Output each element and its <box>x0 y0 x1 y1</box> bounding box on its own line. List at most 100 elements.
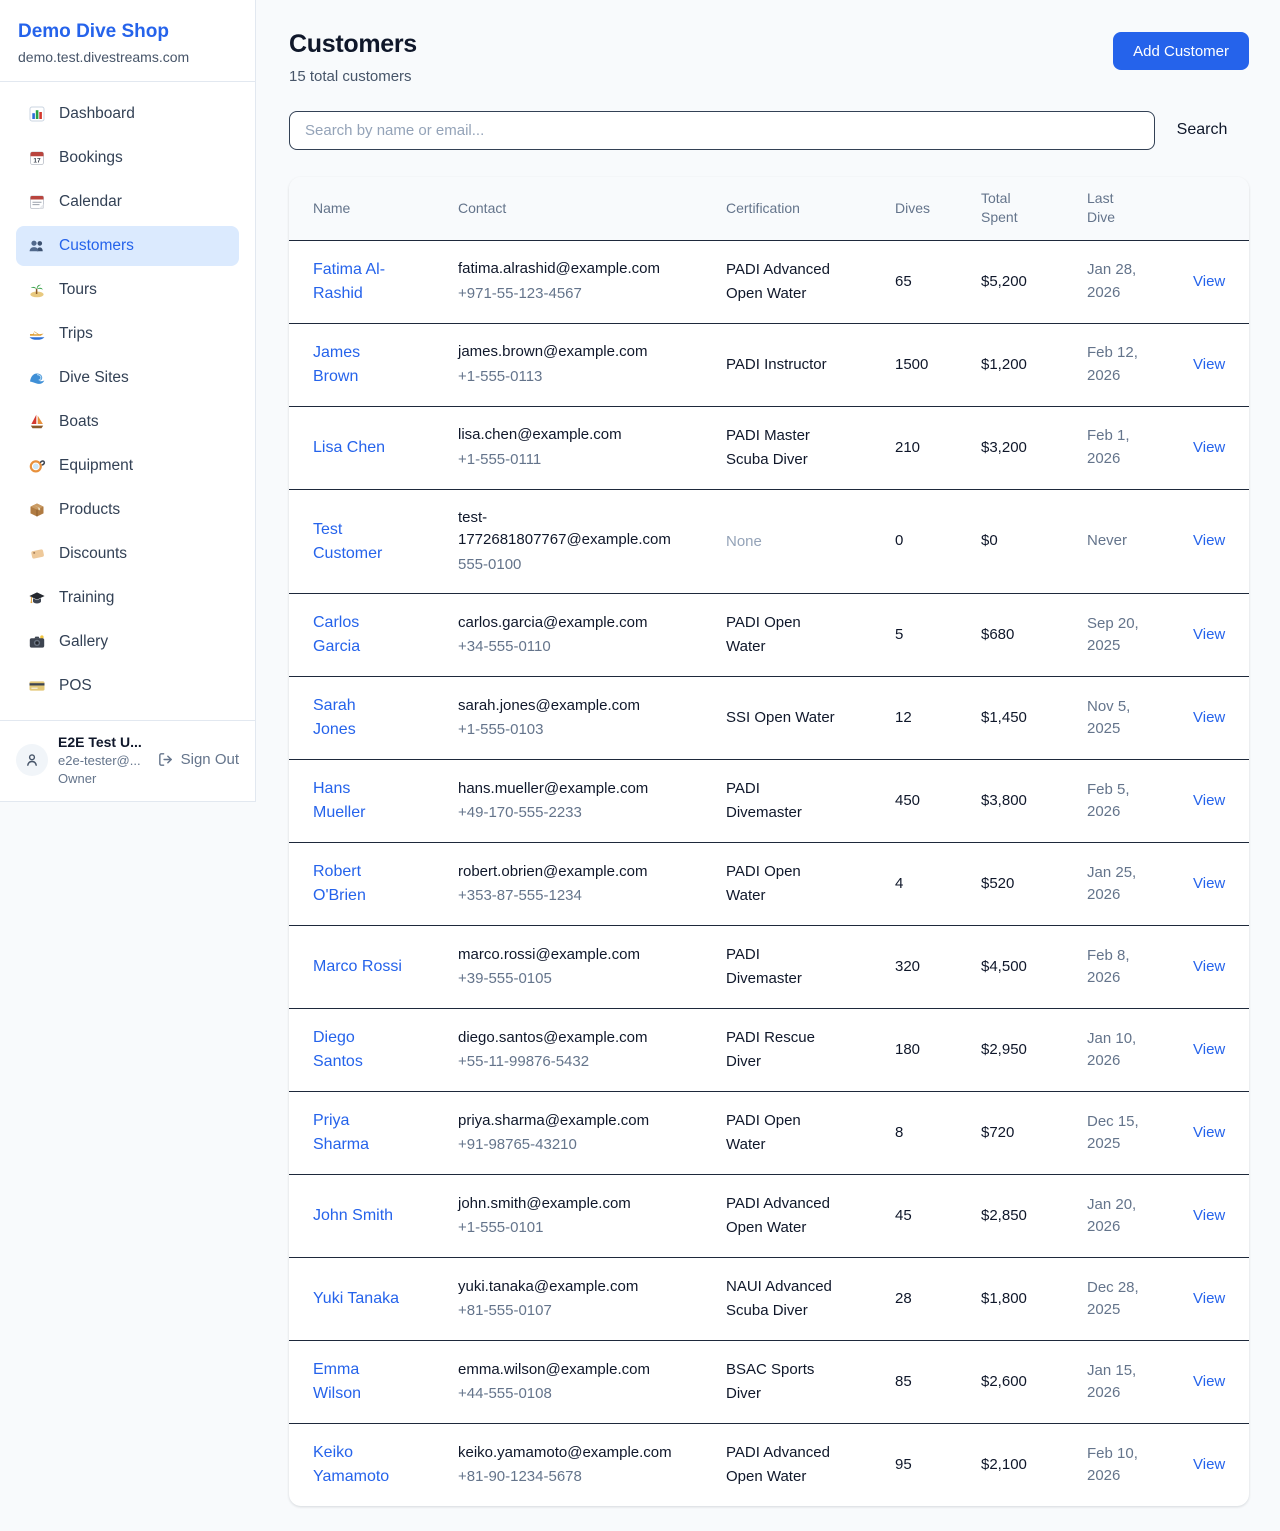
customers-table: Name Contact Certification Dives Total S… <box>289 177 1249 1507</box>
sidebar-item-training[interactable]: Training <box>16 578 239 618</box>
avatar <box>16 744 48 776</box>
customer-total-spent: $1,200 <box>969 323 1075 406</box>
people-icon <box>28 237 46 255</box>
sidebar-item-dive-sites[interactable]: Dive Sites <box>16 358 239 398</box>
table-row: John Smith john.smith@example.com +1-555… <box>289 1175 1249 1258</box>
view-customer-link[interactable]: View <box>1193 1041 1225 1058</box>
sidebar-item-gallery[interactable]: Gallery <box>16 622 239 662</box>
customer-dives: 1500 <box>883 323 969 406</box>
user-role: Owner <box>58 771 147 786</box>
user-name: E2E Test U... <box>58 734 147 750</box>
customer-certification: PADI Divemaster <box>714 926 883 1009</box>
view-customer-link[interactable]: View <box>1193 1456 1225 1473</box>
customer-last-dive: Nov 5, 2025 <box>1075 677 1181 760</box>
customer-total-spent: $1,800 <box>969 1258 1075 1341</box>
customer-phone: +1-555-0103 <box>458 719 666 742</box>
customer-certification: PADI Divemaster <box>714 760 883 843</box>
customer-last-dive: Jan 15, 2026 <box>1075 1341 1181 1424</box>
customer-certification: PADI Advanced Open Water <box>714 240 883 323</box>
customer-name-link[interactable]: Lisa Chen <box>313 436 385 460</box>
view-customer-link[interactable]: View <box>1193 1207 1225 1224</box>
customer-phone: +1-555-0111 <box>458 449 666 472</box>
speedboat-icon <box>28 325 46 343</box>
customer-name-link[interactable]: Marco Rossi <box>313 955 402 979</box>
view-customer-link[interactable]: View <box>1193 356 1225 373</box>
customer-total-spent: $520 <box>969 843 1075 926</box>
column-header-certification: Certification <box>714 177 883 241</box>
view-customer-link[interactable]: View <box>1193 1124 1225 1141</box>
view-customer-link[interactable]: View <box>1193 875 1225 892</box>
customer-email: test-1772681807767@example.com <box>458 507 666 552</box>
sidebar-item-discounts[interactable]: Discounts <box>16 534 239 574</box>
view-customer-link[interactable]: View <box>1193 1290 1225 1307</box>
customer-email: james.brown@example.com <box>458 341 666 364</box>
sign-out-icon <box>157 751 174 768</box>
customer-dives: 5 <box>883 594 969 677</box>
sidebar-item-bookings[interactable]: 17 Bookings <box>16 138 239 178</box>
customer-name-link[interactable]: Robert O'Brien <box>313 860 402 908</box>
view-customer-link[interactable]: View <box>1193 439 1225 456</box>
customer-dives: 95 <box>883 1424 969 1507</box>
view-customer-link[interactable]: View <box>1193 273 1225 290</box>
customer-name-link[interactable]: James Brown <box>313 341 402 389</box>
customer-name-link[interactable]: Emma Wilson <box>313 1358 402 1406</box>
customer-last-dive: Never <box>1075 489 1181 594</box>
sidebar-item-trips[interactable]: Trips <box>16 314 239 354</box>
sidebar-item-products[interactable]: Products <box>16 490 239 530</box>
search-row: Search <box>289 111 1249 150</box>
search-input[interactable] <box>289 111 1155 150</box>
customer-name-link[interactable]: Hans Mueller <box>313 777 402 825</box>
customer-name-link[interactable]: Priya Sharma <box>313 1109 402 1157</box>
customer-certification: SSI Open Water <box>714 677 883 760</box>
customer-total-spent: $1,450 <box>969 677 1075 760</box>
customer-phone: +44-555-0108 <box>458 1383 666 1406</box>
view-customer-link[interactable]: View <box>1193 792 1225 809</box>
table-row: Hans Mueller hans.mueller@example.com +4… <box>289 760 1249 843</box>
customer-total-spent: $2,600 <box>969 1341 1075 1424</box>
customer-certification: PADI Open Water <box>714 843 883 926</box>
sign-out-button[interactable]: Sign Out <box>157 751 239 768</box>
view-customer-link[interactable]: View <box>1193 958 1225 975</box>
sidebar-item-tours[interactable]: Tours <box>16 270 239 310</box>
view-customer-link[interactable]: View <box>1193 709 1225 726</box>
customer-dives: 4 <box>883 843 969 926</box>
sidebar-item-boats[interactable]: Boats <box>16 402 239 442</box>
customer-name-link[interactable]: Keiko Yamamoto <box>313 1441 402 1489</box>
customer-name-link[interactable]: Diego Santos <box>313 1026 402 1074</box>
customer-phone: +49-170-555-2233 <box>458 802 666 825</box>
customer-email: robert.obrien@example.com <box>458 861 666 884</box>
sidebar-item-pos[interactable]: POS <box>16 666 239 706</box>
customer-total-spent: $3,200 <box>969 406 1075 489</box>
customer-total-spent: $4,500 <box>969 926 1075 1009</box>
island-icon <box>28 281 46 299</box>
table-row: James Brown james.brown@example.com +1-5… <box>289 323 1249 406</box>
view-customer-link[interactable]: View <box>1193 1373 1225 1390</box>
customer-dives: 8 <box>883 1092 969 1175</box>
sidebar-item-calendar[interactable]: Calendar <box>16 182 239 222</box>
customer-name-link[interactable]: Yuki Tanaka <box>313 1287 399 1311</box>
customer-certification: PADI Advanced Open Water <box>714 1175 883 1258</box>
table-row: Keiko Yamamoto keiko.yamamoto@example.co… <box>289 1424 1249 1507</box>
customer-name-link[interactable]: Fatima Al-Rashid <box>313 258 402 306</box>
customer-email: carlos.garcia@example.com <box>458 612 666 635</box>
customer-email: hans.mueller@example.com <box>458 778 666 801</box>
add-customer-button[interactable]: Add Customer <box>1113 32 1249 70</box>
customer-last-dive: Feb 1, 2026 <box>1075 406 1181 489</box>
search-button[interactable]: Search <box>1155 120 1249 140</box>
sidebar-item-dashboard[interactable]: Dashboard <box>16 94 239 134</box>
customer-name-link[interactable]: Sarah Jones <box>313 694 402 742</box>
customer-name-link[interactable]: Test Customer <box>313 518 402 566</box>
view-customer-link[interactable]: View <box>1193 532 1225 549</box>
customer-name-link[interactable]: Carlos Garcia <box>313 611 402 659</box>
camera-icon <box>28 633 46 651</box>
customer-email: fatima.alrashid@example.com <box>458 258 666 281</box>
customer-total-spent: $3,800 <box>969 760 1075 843</box>
user-info: E2E Test U... e2e-tester@... Owner <box>58 734 147 786</box>
bar-chart-icon <box>28 105 46 123</box>
view-customer-link[interactable]: View <box>1193 626 1225 643</box>
customer-phone: 555-0100 <box>458 554 666 577</box>
sidebar-item-equipment[interactable]: Equipment <box>16 446 239 486</box>
customer-name-link[interactable]: John Smith <box>313 1204 393 1228</box>
customer-last-dive: Sep 20, 2025 <box>1075 594 1181 677</box>
sidebar-item-customers[interactable]: Customers <box>16 226 239 266</box>
